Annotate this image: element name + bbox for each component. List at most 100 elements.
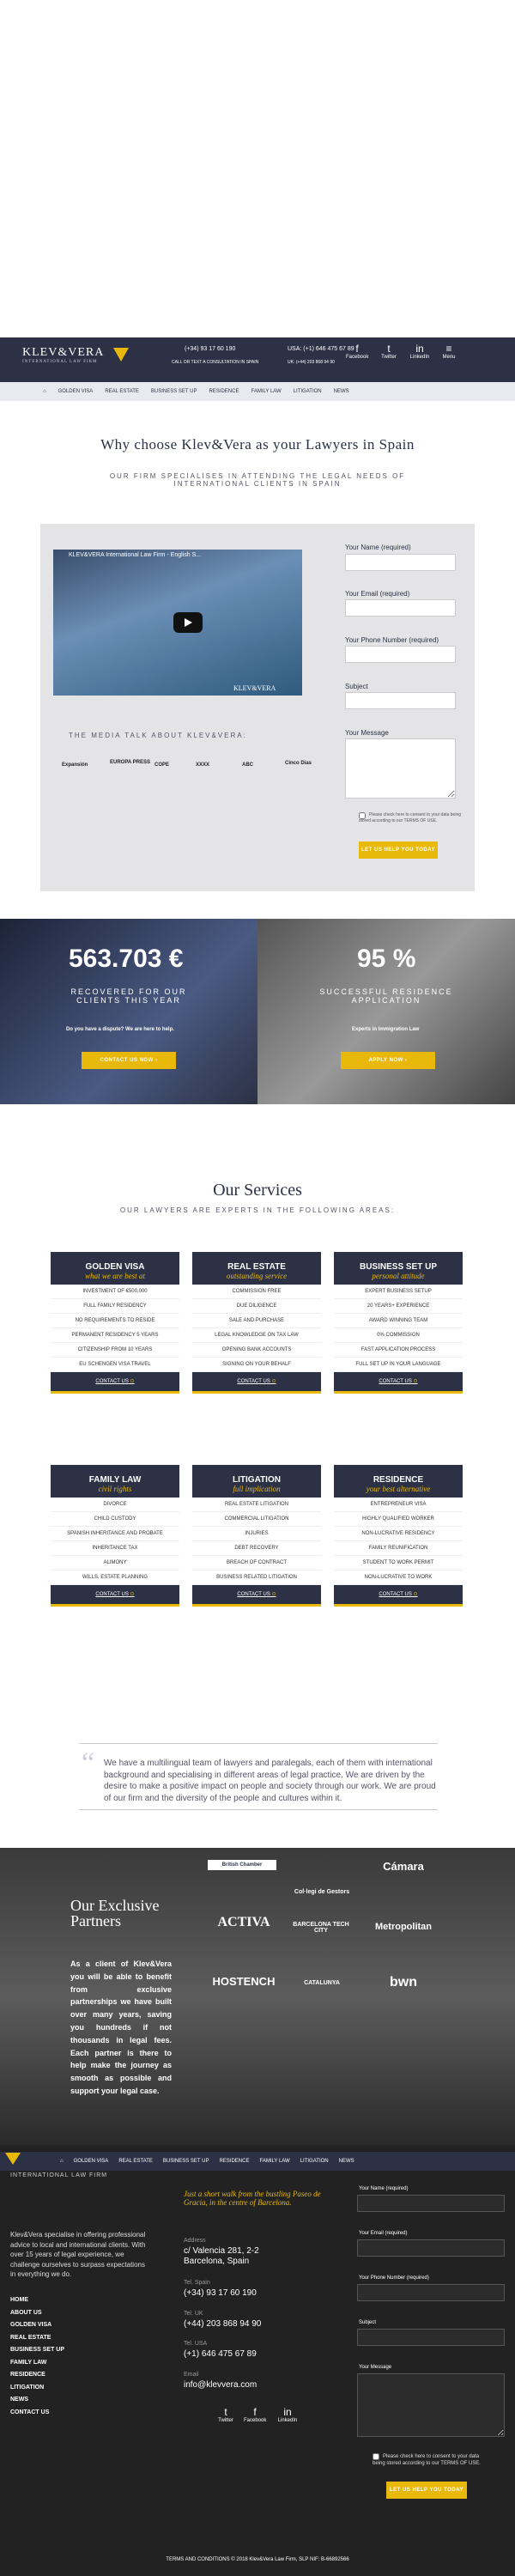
- footer-link[interactable]: CONTACT US: [10, 2409, 49, 2415]
- service-contact-link[interactable]: CONTACT US ⊙: [334, 1585, 463, 1604]
- partner-logo: Cámara: [383, 1860, 424, 1873]
- partners-text: As a client of Klev&Vera you will be abl…: [70, 1959, 172, 2095]
- home-icon[interactable]: ⌂: [60, 2159, 64, 2164]
- footer-message-field[interactable]: [357, 2373, 505, 2437]
- footer-nav: ⌂ GOLDEN VISA REAL ESTATE BUSINESS SET U…: [0, 2152, 515, 2171]
- service-item: STUDENT TO WORK PERMIT: [334, 1556, 463, 1571]
- name-field[interactable]: [345, 554, 456, 571]
- service-contact-label: CONTACT US: [237, 1592, 270, 1597]
- service-tagline: full implication: [233, 1485, 281, 1493]
- logo[interactable]: KLEV&VERA INTERNATIONAL LAW FIRM: [22, 346, 104, 364]
- nav-news[interactable]: NEWS: [334, 389, 349, 394]
- service-item: BREACH OF CONTRACT: [192, 1556, 321, 1571]
- phone-uk[interactable]: UK: (+44) 203 868 94 90: [288, 360, 335, 365]
- footer-link[interactable]: NEWS: [10, 2397, 28, 2403]
- submit-button[interactable]: LET US HELP YOU TODAY: [359, 841, 438, 859]
- service-title: BUSINESS SET UP: [359, 1262, 438, 1272]
- service-title: RESIDENCE: [373, 1475, 424, 1485]
- footer-link[interactable]: GOLDEN VISA: [10, 2322, 52, 2328]
- why-title: Why choose Klev&Vera as your Lawyers in …: [100, 436, 415, 453]
- menu-button[interactable]: ≡ Menu: [438, 343, 460, 360]
- service-item: INHERITANCE TAX: [51, 1541, 179, 1556]
- nav-family-law[interactable]: FAMILY LAW: [251, 389, 281, 394]
- service-card: BUSINESS SET UP personal attitude EXPERT B…: [334, 1252, 463, 1394]
- media-logo: ABC: [242, 762, 253, 768]
- footer-link[interactable]: REAL ESTATE: [10, 2335, 51, 2341]
- service-item: FAMILY REUNIFICATION: [334, 1541, 463, 1556]
- home-icon[interactable]: ⌂: [43, 389, 46, 394]
- footer-name-field[interactable]: [357, 2195, 505, 2212]
- contact-us-now-button[interactable]: CONTACT US NOW ›: [82, 1052, 176, 1069]
- footer-link[interactable]: RESIDENCE: [10, 2372, 45, 2378]
- footer-link[interactable]: ABOUT US: [10, 2310, 42, 2316]
- nav-real-estate[interactable]: REAL ESTATE: [105, 389, 139, 394]
- service-title: FAMILY LAW: [88, 1475, 142, 1485]
- contact-us-now-label: CONTACT US NOW: [100, 1058, 154, 1063]
- footer-link[interactable]: BUSINESS SET UP: [10, 2347, 64, 2353]
- email-link[interactable]: info@klevvera.com: [184, 2380, 257, 2390]
- footer-link[interactable]: HOME: [10, 2297, 28, 2303]
- footer-nav-residence[interactable]: RESIDENCE: [219, 2159, 249, 2164]
- footer-nav-golden-visa[interactable]: GOLDEN VISA: [74, 2159, 109, 2164]
- linkedin-icon: in: [283, 2406, 292, 2418]
- message-field[interactable]: [345, 738, 456, 799]
- service-contact-link[interactable]: CONTACT US ⊙: [334, 1372, 463, 1391]
- email-field[interactable]: [345, 599, 456, 617]
- footer-twitter-link[interactable]: t Twitter: [215, 2406, 237, 2423]
- footer-facebook-link[interactable]: f Facebook: [244, 2406, 266, 2423]
- footer-nav-news[interactable]: NEWS: [339, 2159, 354, 2164]
- footer-linkedin-link[interactable]: in LinkedIn: [276, 2406, 299, 2423]
- tel-uk[interactable]: (+44) 203 868 94 90: [184, 2319, 261, 2329]
- facebook-label: Facebook: [244, 2418, 267, 2423]
- service-item: CITIZENSHIP FROM 10 YEARS: [51, 1343, 179, 1358]
- footer-email-label: Your Email (required): [359, 2231, 408, 2236]
- twitter-icon: t: [224, 2406, 227, 2418]
- twitter-link[interactable]: t Twitter: [378, 343, 400, 360]
- service-contact-link[interactable]: CONTACT US ⊙: [51, 1585, 179, 1604]
- footer-nav-litigation[interactable]: LITIGATION: [300, 2159, 329, 2164]
- nav-residence[interactable]: RESIDENCE: [209, 389, 239, 394]
- footer-nav-business-set-up[interactable]: BUSINESS SET UP: [163, 2159, 209, 2164]
- footer-subject-field[interactable]: [357, 2329, 505, 2346]
- service-contact-link[interactable]: CONTACT US ⊙: [51, 1372, 179, 1391]
- service-card: LITIGATION full implication REAL ESTATE LI…: [192, 1465, 321, 1607]
- footer-nav-family-law[interactable]: FAMILY LAW: [259, 2159, 289, 2164]
- footer-submit-button[interactable]: LET US HELP YOU TODAY: [386, 2482, 467, 2499]
- message-label: Your Message: [345, 729, 389, 737]
- phone-spain[interactable]: (+34) 93 17 60 190: [185, 346, 235, 352]
- video-logo: KLEV&VERA: [233, 684, 276, 692]
- tel-usa[interactable]: (+1) 646 475 67 89: [184, 2349, 257, 2359]
- phone-field[interactable]: [345, 646, 456, 663]
- footer-link[interactable]: FAMILY LAW: [10, 2360, 46, 2366]
- site-header: KLEV&VERA INTERNATIONAL LAW FIRM (+34) 93…: [0, 337, 515, 382]
- facebook-icon: f: [253, 2406, 257, 2418]
- tel-spain[interactable]: (+34) 93 17 60 190: [184, 2288, 257, 2298]
- service-card: GOLDEN VISA what we are best at INVESTMENT…: [51, 1252, 179, 1394]
- name-label: Your Name (required): [345, 544, 411, 551]
- footer-message-label: Your Message: [359, 2365, 392, 2370]
- footer-link[interactable]: LITIGATION: [10, 2385, 44, 2391]
- service-item: NON-LUCRATIVE RESIDENCY: [334, 1527, 463, 1541]
- media-logo: COPE: [154, 762, 170, 768]
- footer-nav-real-estate[interactable]: REAL ESTATE: [118, 2159, 153, 2164]
- nav-golden-visa[interactable]: GOLDEN VISA: [58, 389, 94, 394]
- phone-usa[interactable]: USA: (+1) 646 475 67 89: [288, 346, 354, 352]
- footer-subject-label: Subject: [359, 2320, 377, 2325]
- play-icon[interactable]: [173, 612, 203, 633]
- linkedin-link[interactable]: in LinkedIn: [409, 343, 431, 360]
- stat-recovered-number: 563.703 €: [69, 945, 184, 973]
- service-item: 0% COMMISSION: [334, 1328, 463, 1343]
- nav-litigation[interactable]: LITIGATION: [294, 389, 322, 394]
- service-contact-link[interactable]: CONTACT US ⊙: [192, 1585, 321, 1604]
- subject-field[interactable]: [345, 692, 456, 709]
- footer-email-field[interactable]: [357, 2239, 505, 2257]
- partner-logo: HOSTENCH: [212, 1975, 276, 1988]
- facebook-link[interactable]: f Facebook: [346, 343, 368, 360]
- nav-business-set-up[interactable]: BUSINESS SET UP: [151, 389, 197, 394]
- service-contact-link[interactable]: CONTACT US ⊙: [192, 1372, 321, 1391]
- footer-phone-field[interactable]: [357, 2284, 505, 2301]
- service-item: INVESTMENT OF €500,000: [51, 1285, 179, 1299]
- apply-now-button[interactable]: APPLY NOW ›: [341, 1052, 435, 1069]
- logo-subtitle: INTERNATIONAL LAW FIRM: [22, 360, 98, 364]
- service-item: COMMISSION FREE: [192, 1285, 321, 1299]
